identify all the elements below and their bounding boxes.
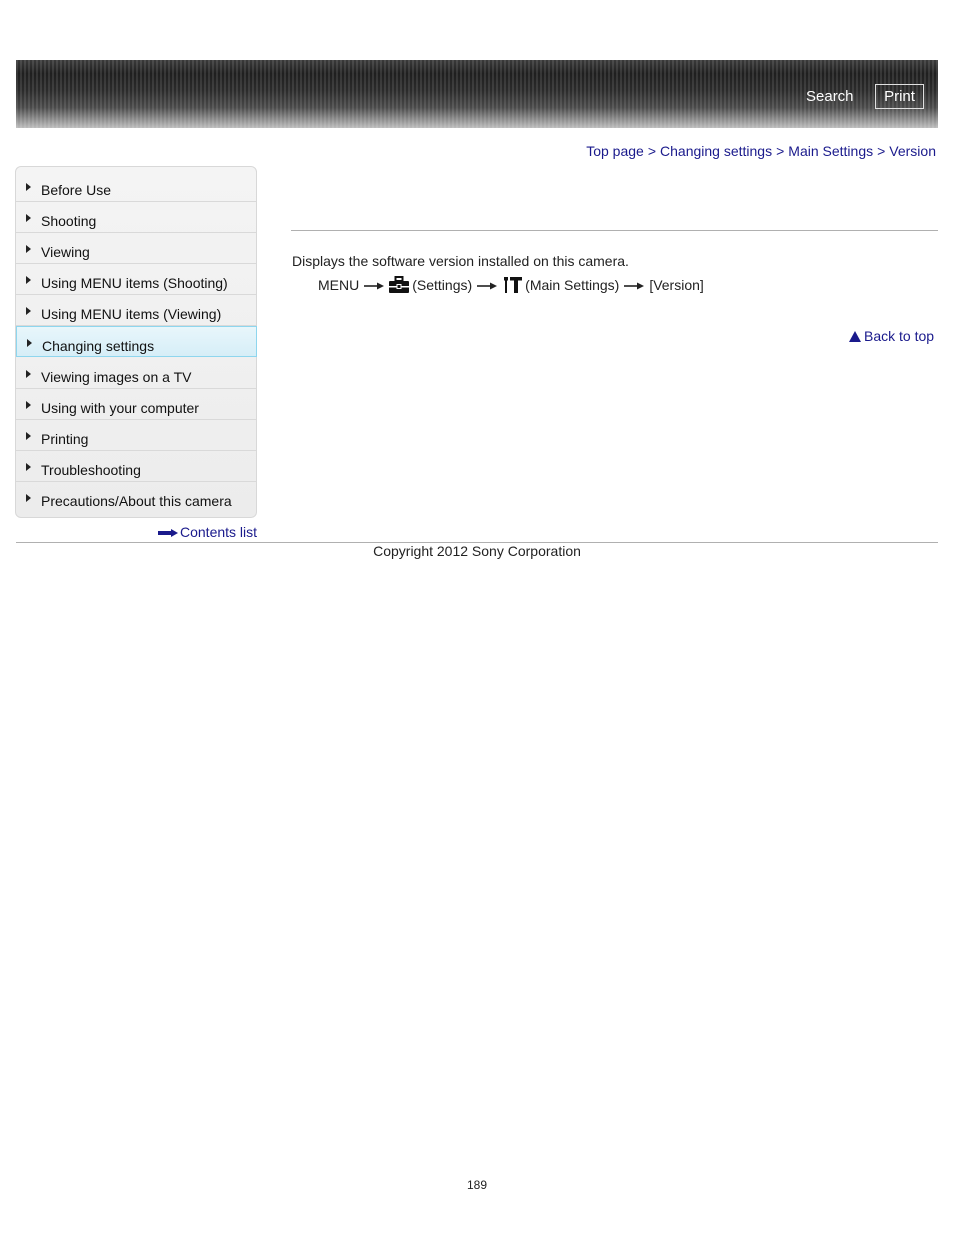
breadcrumb-version[interactable]: Version [889,143,936,159]
header-bar [16,60,938,128]
sidebar-item-label: Troubleshooting [41,462,141,478]
copyright-text: Copyright 2012 Sony Corporation [373,543,581,559]
back-to-top-link[interactable]: Back to top [849,328,934,344]
contents-list-link[interactable]: Contents list [158,524,257,540]
sidebar-item-computer[interactable]: Using with your computer [16,389,256,420]
sidebar-nav: Before Use Shooting Viewing Using MENU i… [15,166,257,518]
triangle-up-icon [849,331,861,342]
contents-list-label: Contents list [180,524,258,540]
sidebar-item-label: Using MENU items (Shooting) [41,275,228,291]
breadcrumb-separator: > [877,143,886,159]
sidebar-item-viewing-tv[interactable]: Viewing images on a TV [16,358,256,389]
description-text: Displays the software version installed … [292,253,629,269]
sidebar-item-precautions[interactable]: Precautions/About this camera [16,482,256,513]
breadcrumb-separator: > [647,143,657,159]
wrench-screwdriver-icon [504,277,523,293]
triangle-right-icon [26,214,31,222]
triangle-right-icon [26,463,31,471]
sidebar-item-menu-viewing[interactable]: Using MENU items (Viewing) [16,295,256,326]
title-divider [291,230,938,231]
sidebar-item-before-use[interactable]: Before Use [16,171,256,202]
sidebar-item-label: Using MENU items (Viewing) [41,306,222,322]
menu-step-version: [Version] [649,277,704,293]
sidebar-item-printing[interactable]: Printing [16,420,256,451]
triangle-right-icon [26,494,31,502]
sidebar-item-label: Viewing images on a TV [41,369,192,385]
arrow-right-icon [158,529,178,537]
triangle-right-icon [26,370,31,378]
triangle-right-icon [26,401,31,409]
triangle-right-icon [26,276,31,284]
sidebar-item-label: Using with your computer [41,400,199,416]
long-arrow-right-icon [477,282,498,290]
sidebar-item-shooting[interactable]: Shooting [16,202,256,233]
triangle-right-icon [26,432,31,440]
print-button[interactable]: Print [875,84,924,109]
sidebar-item-label: Precautions/About this camera [41,493,232,509]
breadcrumb: Top page > Changing settings > Main Settings… [586,143,936,159]
menu-step-main-settings: (Main Settings) [525,277,620,293]
sidebar-item-menu-shooting[interactable]: Using MENU items (Shooting) [16,264,256,295]
sidebar-item-viewing[interactable]: Viewing [16,233,256,264]
back-to-top-label: Back to top [864,328,935,344]
sidebar-item-troubleshooting[interactable]: Troubleshooting [16,451,256,482]
menu-step-settings: (Settings) [412,277,473,293]
sidebar-item-changing-settings[interactable]: Changing settings [16,326,257,357]
sidebar-item-label: Viewing [41,244,90,260]
triangle-right-icon [26,183,31,191]
menu-step-menu: MENU [318,277,360,293]
triangle-right-icon [27,339,32,347]
sidebar-item-label: Changing settings [42,338,155,354]
breadcrumb-main-settings[interactable]: Main Settings [788,143,873,159]
sidebar-item-label: Printing [41,431,89,447]
menu-path: MENU (Settings) (Main Settings) [Version… [318,276,704,294]
search-link[interactable]: Search [806,88,854,105]
page-number: 189 [466,1178,488,1192]
sidebar-item-label: Before Use [41,182,112,198]
breadcrumb-changing-settings[interactable]: Changing settings [660,143,772,159]
long-arrow-right-icon [364,282,385,290]
breadcrumb-separator: > [776,143,785,159]
sidebar-item-label: Shooting [41,213,97,229]
breadcrumb-top-page[interactable]: Top page [586,143,644,159]
triangle-right-icon [26,307,31,315]
long-arrow-right-icon [624,282,645,290]
triangle-right-icon [26,245,31,253]
toolbox-icon [389,276,410,293]
